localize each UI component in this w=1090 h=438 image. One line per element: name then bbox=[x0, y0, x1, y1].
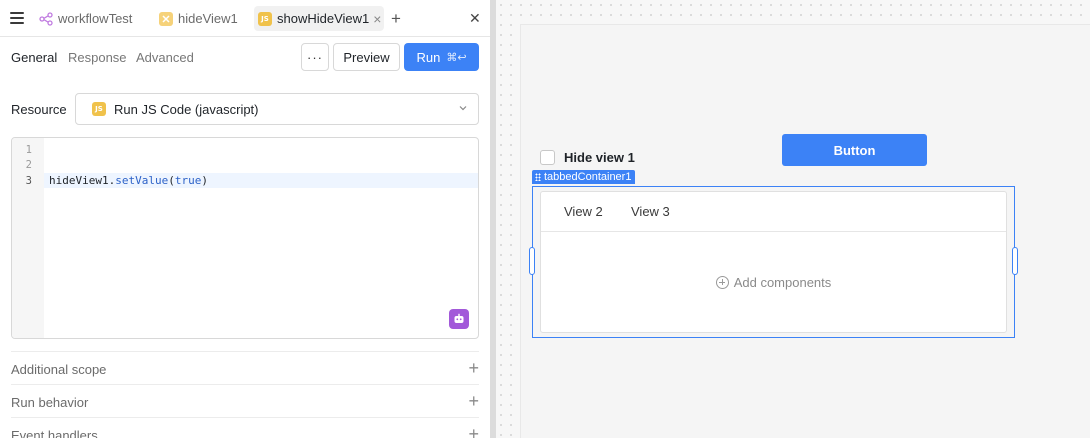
selected-component-tag[interactable]: tabbedContainer1 bbox=[532, 170, 636, 184]
js-icon: JS bbox=[258, 11, 272, 26]
resize-handle-right[interactable] bbox=[1012, 247, 1018, 275]
run-button[interactable]: Run ⌘↩ bbox=[404, 43, 479, 71]
query-tab-bar: workflowTest hideView1 JS showHideView1 … bbox=[0, 0, 490, 37]
run-shortcut: ⌘↩ bbox=[446, 50, 467, 64]
line-gutter: 1 2 3 bbox=[12, 138, 44, 338]
query-editor-panel: workflowTest hideView1 JS showHideView1 … bbox=[0, 0, 490, 438]
line-number: 2 bbox=[25, 159, 32, 171]
workflow-icon bbox=[39, 11, 53, 26]
component-name: tabbedContainer1 bbox=[544, 171, 632, 183]
checkbox-label: Hide view 1 bbox=[564, 150, 635, 165]
checkbox-box[interactable] bbox=[540, 150, 555, 165]
section-label: Additional scope bbox=[11, 362, 107, 377]
preview-button[interactable]: Preview bbox=[333, 43, 400, 71]
resource-label: Resource bbox=[11, 102, 67, 117]
more-options-button[interactable]: ··· bbox=[301, 43, 329, 71]
tabbed-container[interactable]: View 2 View 3 Add components bbox=[540, 191, 1007, 333]
x-query-icon bbox=[159, 11, 173, 26]
tab-showhideview1[interactable]: JS showHideView1 × bbox=[254, 6, 385, 31]
button-component[interactable]: Button bbox=[782, 134, 927, 166]
resource-select[interactable]: JS Run JS Code (javascript) bbox=[75, 93, 479, 125]
event-handlers-section[interactable]: Event handlers + bbox=[11, 417, 479, 438]
section-label: Event handlers bbox=[11, 428, 98, 438]
drag-handle-icon[interactable] bbox=[535, 173, 541, 181]
tab-label: hideView1 bbox=[178, 11, 238, 26]
run-button-label: Run bbox=[416, 49, 441, 65]
resize-handle-left[interactable] bbox=[529, 247, 535, 275]
hide-view-checkbox[interactable]: Hide view 1 bbox=[540, 150, 635, 165]
hamburger-menu-icon[interactable] bbox=[10, 12, 24, 24]
tab-workflowtest[interactable]: workflowTest bbox=[35, 6, 136, 31]
plus-icon[interactable]: + bbox=[468, 392, 479, 410]
plus-icon[interactable]: + bbox=[468, 359, 479, 377]
tab-label: workflowTest bbox=[58, 11, 133, 26]
js-icon: JS bbox=[92, 102, 106, 116]
tab-view-2[interactable]: View 2 bbox=[564, 204, 603, 219]
code-editor[interactable]: 1 2 3 hideView1.setValue(true) bbox=[11, 137, 479, 339]
run-behavior-section[interactable]: Run behavior + bbox=[11, 384, 479, 417]
tabbed-container-header: View 2 View 3 bbox=[541, 192, 1006, 232]
add-components-label: Add components bbox=[733, 274, 832, 290]
line-number: 1 bbox=[25, 144, 32, 156]
chevron-down-icon bbox=[459, 106, 467, 111]
tab-close-icon[interactable]: × bbox=[373, 12, 381, 26]
plus-icon[interactable]: + bbox=[468, 425, 479, 438]
tab-hideview1[interactable]: hideView1 bbox=[155, 6, 242, 31]
ai-assist-icon[interactable] bbox=[449, 309, 469, 329]
code-line[interactable]: hideView1.setValue(true) bbox=[49, 174, 208, 187]
add-components-placeholder[interactable]: Add components bbox=[541, 232, 1006, 332]
add-tab-icon[interactable]: + bbox=[391, 10, 401, 27]
close-panel-icon[interactable]: ✕ bbox=[469, 11, 481, 25]
section-label: Run behavior bbox=[11, 395, 89, 410]
resource-value: Run JS Code (javascript) bbox=[114, 101, 259, 117]
tab-advanced[interactable]: Advanced bbox=[136, 50, 194, 65]
tab-view-3[interactable]: View 3 bbox=[631, 204, 670, 219]
tab-general[interactable]: General bbox=[11, 50, 57, 65]
tab-response[interactable]: Response bbox=[68, 50, 127, 65]
tab-label: showHideView1 bbox=[277, 11, 370, 26]
additional-scope-section[interactable]: Additional scope + bbox=[11, 351, 479, 384]
plus-circle-icon bbox=[715, 275, 729, 289]
line-number: 3 bbox=[25, 175, 32, 187]
